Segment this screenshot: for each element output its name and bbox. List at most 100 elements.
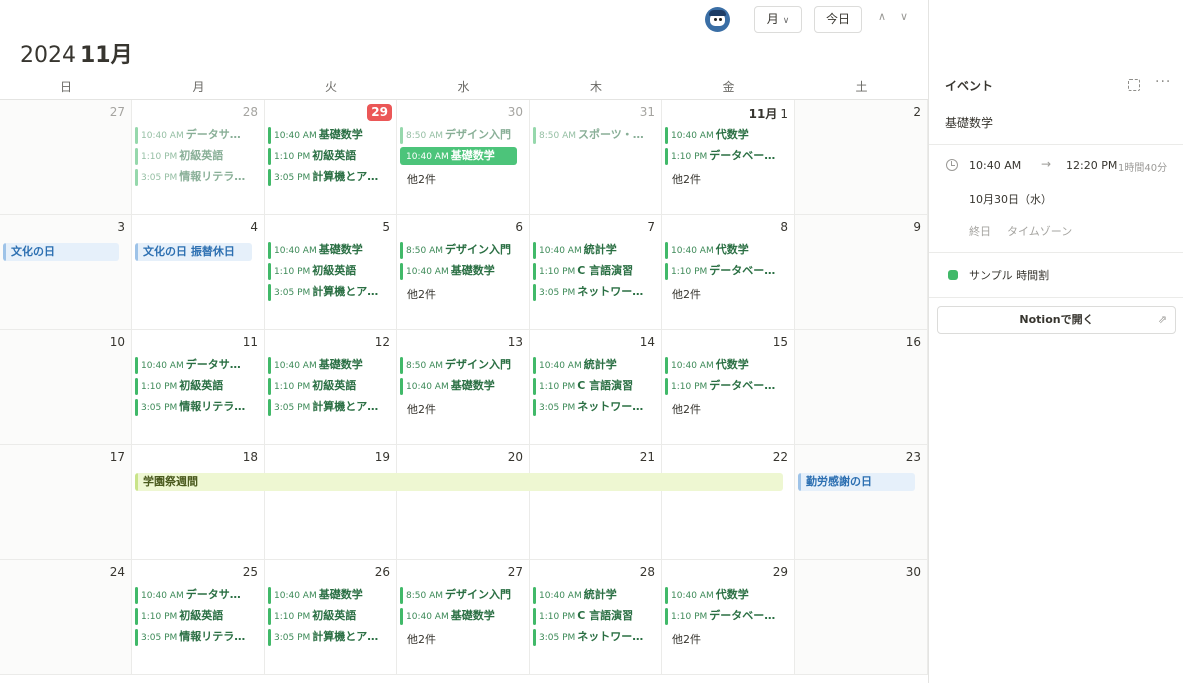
day-cell[interactable]: 31 8:50 AM スポーツ・… (530, 100, 662, 215)
day-cell[interactable]: 28 10:40 AM 統計学 1:10 PM C 言語演習 3:05 PM ネットワー… (530, 560, 662, 675)
more-events-link[interactable]: 他2件 (672, 401, 701, 417)
event-chip[interactable]: 10:40 AM 統計学 (533, 356, 656, 374)
more-options-icon[interactable]: ··· (1155, 74, 1171, 90)
more-events-link[interactable]: 他2件 (407, 401, 436, 417)
start-time[interactable]: 10:40 AM (969, 159, 1021, 172)
event-chip[interactable]: 3:05 PM 計算機とア… (268, 168, 391, 186)
event-chip[interactable]: 1:10 PM 初級英語 (268, 607, 391, 625)
event-chip[interactable]: 3:05 PM 情報リテラ… (135, 398, 259, 416)
day-cell[interactable]: 8 10:40 AM 代数学 1:10 PM データベー… 他2件 (662, 215, 795, 330)
event-chip[interactable]: 10:40 AM 代数学 (665, 126, 789, 144)
event-chip[interactable]: 3:05 PM 計算機とア… (268, 283, 391, 301)
day-cell[interactable]: 13 8:50 AM デザイン入門 10:40 AM 基礎数学 他2件 (397, 330, 530, 445)
day-cell[interactable]: 28 10:40 AM データサ… 1:10 PM 初級英語 3:05 PM 情報リテラ… (132, 100, 265, 215)
avatar[interactable] (705, 7, 730, 32)
event-chip[interactable]: 1:10 PM C 言語演習 (533, 377, 656, 395)
event-chip[interactable]: 1:10 PM C 言語演習 (533, 262, 656, 280)
event-chip[interactable]: 10:40 AM 代数学 (665, 241, 789, 259)
day-cell[interactable]: 23 勤労感謝の日 (795, 445, 928, 560)
holiday-event[interactable]: 文化の日 (3, 243, 119, 261)
event-chip[interactable]: 10:40 AM 代数学 (665, 356, 789, 374)
event-chip[interactable]: 10:40 AM データサ… (135, 126, 259, 144)
day-cell[interactable]: 29 10:40 AM 代数学 1:10 PM データベー… 他2件 (662, 560, 795, 675)
event-chip[interactable]: 1:10 PM 初級英語 (135, 147, 259, 165)
multi-day-event[interactable]: 学園祭週間 (135, 473, 783, 491)
event-chip[interactable]: 10:40 AM 基礎数学 (400, 262, 524, 280)
prev-month-icon[interactable]: ∧ (878, 10, 886, 23)
day-cell[interactable]: 11月 1 10:40 AM 代数学 1:10 PM データベー… 他2件 (662, 100, 795, 215)
event-chip[interactable]: 8:50 AM デザイン入門 (400, 356, 524, 374)
event-chip-selected[interactable]: 10:40 AM 基礎数学 (400, 147, 517, 165)
day-cell[interactable]: 16 (795, 330, 928, 445)
holiday-event[interactable]: 文化の日 振替休日 (135, 243, 252, 261)
event-date[interactable]: 10月30日（水） (969, 191, 1052, 207)
event-chip[interactable]: 3:05 PM 情報リテラ… (135, 168, 259, 186)
event-chip[interactable]: 1:10 PM C 言語演習 (533, 607, 656, 625)
event-chip[interactable]: 1:10 PM データベー… (665, 147, 789, 165)
event-chip[interactable]: 10:40 AM データサ… (135, 356, 259, 374)
event-chip[interactable]: 3:05 PM 計算機とア… (268, 398, 391, 416)
event-chip[interactable]: 10:40 AM 統計学 (533, 241, 656, 259)
event-chip[interactable]: 10:40 AM 基礎数学 (400, 607, 524, 625)
event-chip[interactable]: 1:10 PM 初級英語 (135, 377, 259, 395)
more-events-link[interactable]: 他2件 (672, 631, 701, 647)
event-chip[interactable]: 1:10 PM データベー… (665, 377, 789, 395)
day-cell[interactable]: 11 10:40 AM データサ… 1:10 PM 初級英語 3:05 PM 情報リテラ… (132, 330, 265, 445)
all-day-toggle[interactable]: 終日 (969, 223, 991, 239)
event-chip[interactable]: 10:40 AM データサ… (135, 586, 259, 604)
calendar-name[interactable]: サンプル 時間割 (969, 267, 1049, 283)
event-chip[interactable]: 8:50 AM デザイン入門 (400, 586, 524, 604)
event-chip[interactable]: 1:10 PM 初級英語 (268, 377, 391, 395)
day-cell[interactable]: 3 文化の日 (0, 215, 132, 330)
day-cell[interactable]: 4 文化の日 振替休日 (132, 215, 265, 330)
event-chip[interactable]: 3:05 PM 情報リテラ… (135, 628, 259, 646)
event-chip[interactable]: 3:05 PM ネットワー… (533, 398, 656, 416)
day-cell[interactable]: 25 10:40 AM データサ… 1:10 PM 初級英語 3:05 PM 情報リテラ… (132, 560, 265, 675)
event-chip[interactable]: 8:50 AM スポーツ・… (533, 126, 656, 144)
day-cell[interactable]: 27 (0, 100, 132, 215)
more-events-link[interactable]: 他2件 (672, 286, 701, 302)
expand-icon[interactable] (1128, 79, 1140, 91)
more-events-link[interactable]: 他2件 (672, 171, 701, 187)
event-chip[interactable]: 10:40 AM 基礎数学 (268, 126, 391, 144)
day-cell[interactable]: 18 (132, 445, 265, 560)
day-cell[interactable]: 21 (530, 445, 662, 560)
day-cell[interactable]: 10 (0, 330, 132, 445)
day-cell[interactable]: 26 10:40 AM 基礎数学 1:10 PM 初級英語 3:05 PM 計算機とア… (265, 560, 397, 675)
day-cell[interactable]: 9 (795, 215, 928, 330)
event-chip[interactable]: 10:40 AM 基礎数学 (400, 377, 524, 395)
day-cell[interactable]: 24 (0, 560, 132, 675)
today-button[interactable]: 今日 (814, 6, 862, 33)
day-cell[interactable]: 2 (795, 100, 928, 215)
event-chip[interactable]: 10:40 AM 代数学 (665, 586, 789, 604)
open-in-notion-button[interactable]: Notionで開く ⇗ (937, 306, 1176, 334)
event-chip[interactable]: 3:05 PM ネットワー… (533, 628, 656, 646)
holiday-event[interactable]: 勤労感謝の日 (798, 473, 915, 491)
event-chip[interactable]: 1:10 PM データベー… (665, 607, 789, 625)
event-chip[interactable]: 1:10 PM 初級英語 (268, 262, 391, 280)
event-chip[interactable]: 3:05 PM 計算機とア… (268, 628, 391, 646)
event-chip[interactable]: 1:10 PM データベー… (665, 262, 789, 280)
event-chip[interactable]: 1:10 PM 初級英語 (268, 147, 391, 165)
day-cell[interactable]: 22 (662, 445, 795, 560)
day-cell[interactable]: 5 10:40 AM 基礎数学 1:10 PM 初級英語 3:05 PM 計算機とア… (265, 215, 397, 330)
event-chip[interactable]: 3:05 PM ネットワー… (533, 283, 656, 301)
event-chip[interactable]: 8:50 AM デザイン入門 (400, 241, 524, 259)
day-cell[interactable]: 30 (795, 560, 928, 675)
event-chip[interactable]: 10:40 AM 基礎数学 (268, 241, 391, 259)
day-cell[interactable]: 7 10:40 AM 統計学 1:10 PM C 言語演習 3:05 PM ネットワー… (530, 215, 662, 330)
day-cell[interactable]: 14 10:40 AM 統計学 1:10 PM C 言語演習 3:05 PM ネットワー… (530, 330, 662, 445)
day-cell[interactable]: 19 (265, 445, 397, 560)
event-chip[interactable]: 10:40 AM 統計学 (533, 586, 656, 604)
day-cell[interactable]: 12 10:40 AM 基礎数学 1:10 PM 初級英語 3:05 PM 計算機とア… (265, 330, 397, 445)
day-cell[interactable]: 17 (0, 445, 132, 560)
end-time[interactable]: 12:20 PM (1066, 159, 1117, 172)
next-month-icon[interactable]: ∨ (900, 10, 908, 23)
timezone-option[interactable]: タイムゾーン (1007, 223, 1072, 239)
day-cell[interactable]: 15 10:40 AM 代数学 1:10 PM データベー… 他2件 (662, 330, 795, 445)
day-cell[interactable]: 30 8:50 AM デザイン入門 10:40 AM 基礎数学 他2件 (397, 100, 530, 215)
event-title[interactable]: 基礎数学 (945, 114, 993, 131)
more-events-link[interactable]: 他2件 (407, 171, 436, 187)
event-chip[interactable]: 8:50 AM デザイン入門 (400, 126, 524, 144)
more-events-link[interactable]: 他2件 (407, 631, 436, 647)
